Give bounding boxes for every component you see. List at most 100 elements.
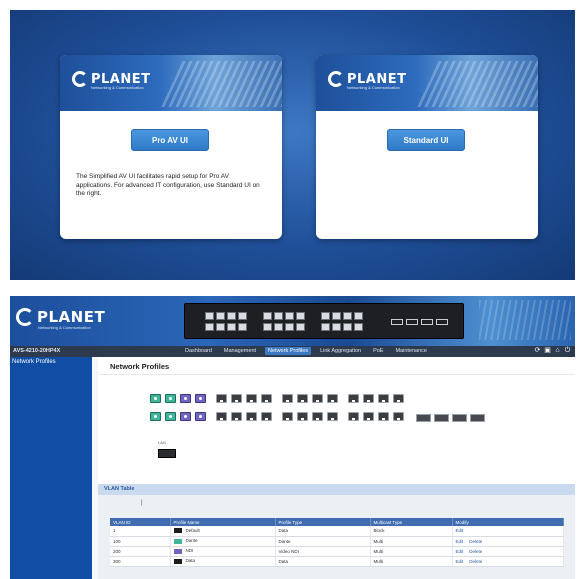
nav-network-profiles[interactable]: Network Profiles [265, 347, 312, 355]
device-port [216, 323, 225, 331]
nav-management[interactable]: Management [221, 347, 259, 355]
modify-cell: Edit Delete [452, 556, 564, 567]
port-18[interactable] [282, 412, 293, 421]
table-row: 200 NDI Video NDI Multi Edit Delete [110, 546, 564, 557]
device-port [274, 323, 283, 331]
planet-orb-icon [328, 71, 344, 87]
port-11[interactable] [231, 394, 242, 403]
nav-dashboard[interactable]: Dashboard [182, 347, 215, 355]
port-5[interactable] [180, 394, 191, 403]
vlan-id-cell: 200 [110, 546, 171, 557]
port-19[interactable] [297, 394, 308, 403]
port-31[interactable] [393, 394, 404, 403]
device-port [343, 323, 352, 331]
delete-link[interactable]: Delete [469, 559, 482, 564]
device-port [354, 312, 363, 320]
profile-type-cell: Data [275, 556, 371, 567]
port-9[interactable] [216, 394, 227, 403]
port-10[interactable] [216, 412, 227, 421]
device-port [285, 323, 294, 331]
device-port [296, 312, 305, 320]
pro-av-ui-button[interactable]: Pro AV UI [131, 129, 209, 151]
port-30[interactable] [378, 412, 389, 421]
port-8[interactable] [195, 412, 206, 421]
page-title: Network Profiles [110, 362, 170, 371]
profile-type-cell: Video NDI [275, 546, 371, 557]
device-sfp-slot [406, 319, 418, 325]
port-16[interactable] [261, 412, 272, 421]
planet-logo: PLANET Networking & Communication [16, 308, 105, 330]
profile-color-swatch [173, 528, 182, 534]
edit-link[interactable]: Edit [456, 539, 464, 544]
port-12[interactable] [231, 412, 242, 421]
sfp-port-2[interactable] [434, 414, 449, 422]
port-2[interactable] [150, 412, 161, 421]
port-4[interactable] [165, 412, 176, 421]
port-3[interactable] [165, 394, 176, 403]
port-27[interactable] [363, 394, 374, 403]
edit-link[interactable]: Edit [456, 528, 464, 533]
save-icon[interactable]: ▣ [544, 347, 551, 355]
port-29[interactable] [378, 394, 389, 403]
port-6[interactable] [180, 412, 191, 421]
profile-color-swatch [173, 558, 182, 564]
port-7[interactable] [195, 394, 206, 403]
sidebar-item-network-profiles[interactable]: Network Profiles [12, 359, 56, 365]
profile-name-cell: NDI [170, 546, 276, 557]
col-profile-name: Profile Name [170, 518, 276, 526]
port-22[interactable] [312, 412, 323, 421]
pro-av-app: PLANET Networking & Communication AVS-42… [10, 296, 575, 579]
modify-cell: Edit Delete [452, 536, 564, 547]
device-port [205, 323, 214, 331]
delete-link[interactable]: Delete [469, 549, 482, 554]
device-sfp-slot [391, 319, 403, 325]
device-port [238, 312, 247, 320]
device-port [343, 312, 352, 320]
nav-link-aggregation[interactable]: Link Aggregation [317, 347, 364, 355]
device-port [205, 312, 214, 320]
app-header: PLANET Networking & Communication [10, 296, 575, 346]
table-row: 1 Default Data Block Edit [110, 526, 564, 537]
port-23[interactable] [327, 394, 338, 403]
sfp-port-4[interactable] [470, 414, 485, 422]
sfp-port-3[interactable] [452, 414, 467, 422]
lag-port[interactable] [158, 449, 176, 458]
port-25[interactable] [348, 394, 359, 403]
device-port [263, 323, 272, 331]
top-nav: Dashboard Management Network Profiles Li… [182, 347, 430, 355]
nav-poe[interactable]: PoE [370, 347, 386, 355]
port-32[interactable] [393, 412, 404, 421]
planet-orb-icon [16, 308, 34, 326]
delete-link[interactable]: Delete [469, 539, 482, 544]
device-port [285, 312, 294, 320]
edit-link[interactable]: Edit [456, 559, 464, 564]
vlan-section-header[interactable]: VLAN Table [98, 484, 575, 495]
nav-maintenance[interactable]: Maintenance [392, 347, 430, 355]
profile-name-cell: Dante [170, 536, 276, 547]
port-20[interactable] [297, 412, 308, 421]
logout-icon[interactable]: ⏻ [564, 347, 571, 355]
port-1[interactable] [150, 394, 161, 403]
port-14[interactable] [246, 412, 257, 421]
col-multicast-type: Multicast Type [370, 518, 453, 526]
pro-av-ui-card: PLANET Networking & Communication Pro AV… [60, 55, 282, 239]
edit-link[interactable]: Edit [456, 549, 464, 554]
modify-cell: Edit [452, 526, 564, 537]
port-21[interactable] [312, 394, 323, 403]
standard-ui-button[interactable]: Standard UI [387, 129, 465, 151]
vlan-id-cell: 1 [110, 526, 171, 537]
vlan-id-cell: 300 [110, 556, 171, 567]
port-28[interactable] [363, 412, 374, 421]
port-26[interactable] [348, 412, 359, 421]
standard-ui-card: PLANET Networking & Communication Standa… [316, 55, 538, 239]
port-15[interactable] [261, 394, 272, 403]
device-port [263, 312, 272, 320]
device-sfp-slot [421, 319, 433, 325]
refresh-icon[interactable]: ⟳ [534, 347, 541, 355]
device-port [354, 323, 363, 331]
port-17[interactable] [282, 394, 293, 403]
port-13[interactable] [246, 394, 257, 403]
port-24[interactable] [327, 412, 338, 421]
sfp-port-1[interactable] [416, 414, 431, 422]
home-icon[interactable]: ⌂ [554, 347, 561, 355]
